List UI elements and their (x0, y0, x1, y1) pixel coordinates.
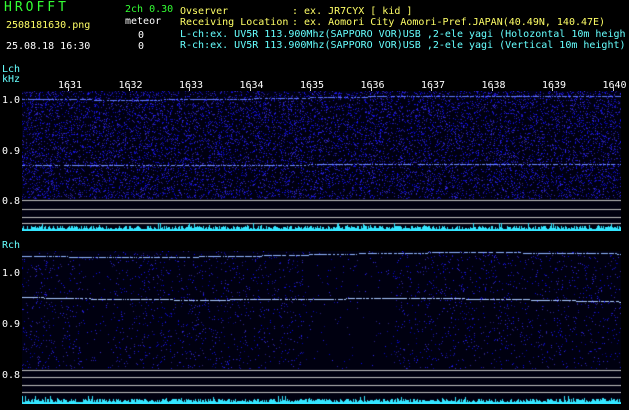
rch-spectrogram (22, 251, 621, 404)
location-value: : ex. Aomori City Aomori-Pref.JAPAN(40.4… (292, 17, 606, 28)
minute-label-1639: 1639 (542, 80, 567, 91)
minute-label-1632: 1632 (118, 80, 143, 91)
lch-tick-0.8: 0.8 (2, 196, 21, 207)
lch-info: L-ch:ex. UV5R 113.900Mhz(SAPPORO VOR)USB… (180, 29, 626, 40)
app-name: HROFFT (4, 0, 69, 15)
meteor-label: meteor (125, 16, 162, 27)
location-label: Receiving Location (180, 17, 289, 28)
lch-tick-1.0: 1.0 (2, 95, 21, 106)
minute-label-1636: 1636 (360, 80, 385, 91)
timestamp: 25.08.18 16:30 (6, 41, 91, 52)
meteor-count-r: 0 (138, 41, 145, 52)
minute-label-1640: 1640 (602, 80, 627, 91)
channel-info: 2ch 0.30 (125, 4, 174, 15)
lch-spectrogram-canvas (22, 91, 621, 231)
minute-label-1637: 1637 (421, 80, 446, 91)
rch-tick-0.9: 0.9 (2, 319, 21, 330)
minute-label-1635: 1635 (300, 80, 325, 91)
observer-value: : ex. JR7CYX [ kid ] (292, 6, 413, 17)
filename: 2508181630.png (6, 20, 91, 31)
rch-label: Rch (2, 240, 21, 251)
observer-label: Ovserver (180, 6, 229, 17)
rch-spectrogram-canvas (22, 251, 621, 404)
minute-label-1634: 1634 (239, 80, 264, 91)
rch-tick-1.0: 1.0 (2, 268, 21, 279)
minute-label-1633: 1633 (179, 80, 204, 91)
lch-tick-0.9: 0.9 (2, 146, 21, 157)
lch-unit: kHz (2, 74, 21, 85)
minute-label-1638: 1638 (481, 80, 506, 91)
lch-spectrogram (22, 91, 621, 231)
rch-tick-0.8: 0.8 (2, 370, 21, 381)
minute-label-1631: 1631 (58, 80, 83, 91)
meteor-count-l: 0 (138, 30, 145, 41)
rch-info: R-ch:ex. UV5R 113.900Mhz(SAPPORO VOR)USB… (180, 40, 626, 51)
